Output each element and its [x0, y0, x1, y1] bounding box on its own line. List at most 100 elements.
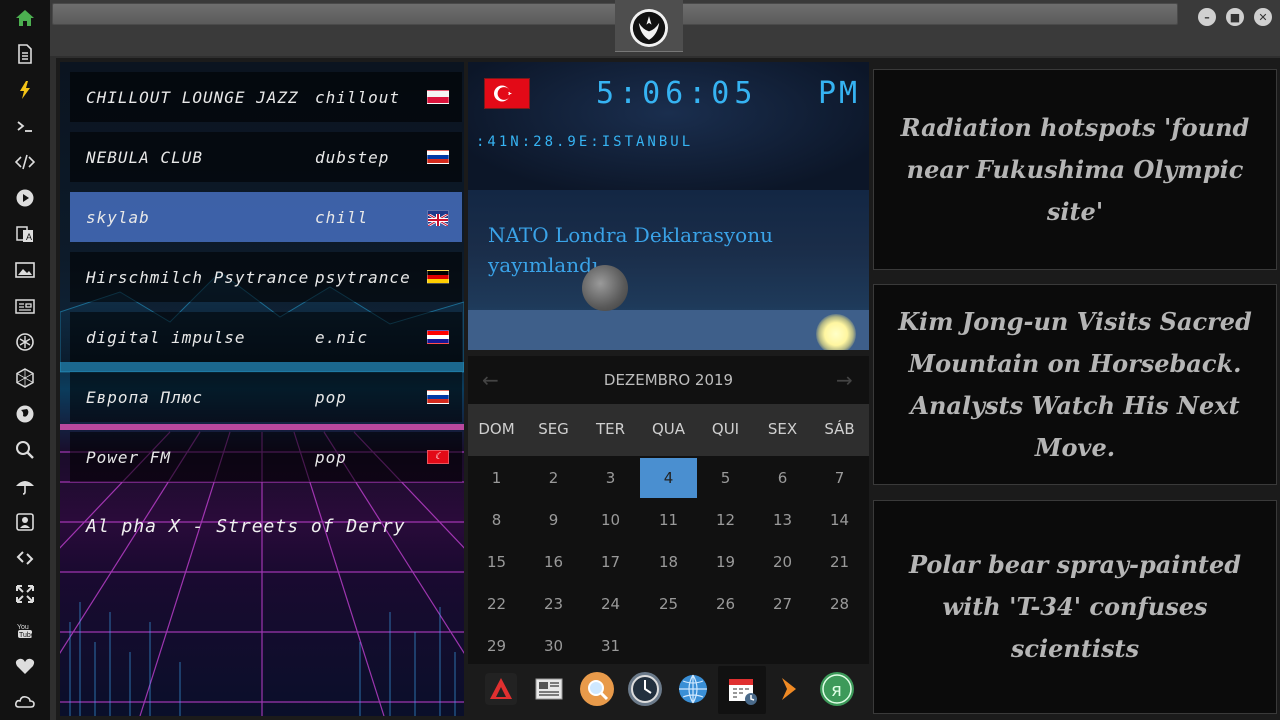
calendar-day[interactable]: 7 — [811, 458, 868, 498]
cloud-icon[interactable] — [13, 690, 37, 714]
station-row[interactable]: digital impulse e.nic — [70, 312, 462, 362]
link-icon[interactable] — [13, 546, 37, 570]
calendar-day[interactable]: 18 — [640, 542, 697, 582]
close-button[interactable]: ✕ — [1254, 8, 1272, 26]
news-card[interactable]: Kim Jong-un Visits Sacred Mountain on Ho… — [873, 284, 1277, 485]
station-genre: dubstep — [315, 147, 390, 167]
calendar-day[interactable]: 16 — [525, 542, 582, 582]
station-row[interactable]: NEBULA CLUB dubstep — [70, 132, 462, 182]
calendar-widget: DEZEMBRO 2019 ← → DOM SEG TER QUA QUI SE… — [468, 356, 869, 664]
rebel-alliance-logo-icon — [630, 9, 668, 47]
station-name: Европа Плюс — [86, 387, 203, 407]
calendar-day[interactable]: 26 — [697, 584, 754, 624]
news-card[interactable]: Polar bear spray-painted with 'T-34' con… — [873, 500, 1277, 714]
calendar-day[interactable]: 25 — [640, 584, 697, 624]
weekday-label: TER — [595, 420, 626, 438]
calendar-day[interactable]: 21 — [811, 542, 868, 582]
station-genre: e.nic — [315, 327, 369, 347]
calendar-day[interactable]: 19 — [697, 542, 754, 582]
code-icon[interactable] — [13, 150, 37, 174]
youtube-icon[interactable]: You Tube — [13, 618, 37, 642]
calendar-day[interactable]: 17 — [582, 542, 639, 582]
calendar-app-icon[interactable] — [718, 666, 766, 714]
calendar-day[interactable]: 22 — [468, 584, 525, 624]
news-icon[interactable] — [13, 294, 37, 318]
calendar-day-today[interactable]: 4 — [640, 458, 697, 498]
umbrella-icon[interactable] — [13, 474, 37, 498]
minimize-button[interactable]: – — [1198, 8, 1216, 26]
yandex-icon[interactable]: я — [820, 672, 854, 706]
calendar-day[interactable]: 27 — [754, 584, 811, 624]
calendar-day[interactable]: 29 — [468, 626, 525, 666]
russia-flag-icon — [427, 150, 449, 164]
calendar-day[interactable]: 12 — [697, 500, 754, 540]
translate-icon[interactable]: A — [13, 222, 37, 246]
play-icon[interactable] — [13, 186, 37, 210]
app-launcher-icon[interactable] — [484, 672, 518, 706]
calendar-day[interactable]: 8 — [468, 500, 525, 540]
calendar-day[interactable]: 20 — [754, 542, 811, 582]
moon-icon — [582, 265, 628, 311]
turkey-flag-icon — [484, 78, 530, 109]
heart-icon[interactable] — [13, 654, 37, 678]
station-genre: chillout — [315, 87, 401, 107]
weekday-label: SEX — [767, 420, 798, 438]
station-row[interactable]: Hirschmilch Psytrance psytrance — [70, 252, 462, 302]
terminal-icon[interactable] — [13, 114, 37, 138]
news-headline: Radiation hotspots 'found near Fukushima… — [900, 112, 1250, 226]
station-row[interactable]: Европа Плюс pop — [70, 372, 462, 422]
station-genre: psytrance — [315, 267, 411, 287]
news-reader-icon[interactable] — [532, 672, 566, 706]
svg-text:You: You — [17, 624, 29, 631]
calendar-day[interactable]: 13 — [754, 500, 811, 540]
calendar-day[interactable]: 23 — [525, 584, 582, 624]
document-icon[interactable] — [13, 42, 37, 66]
news-card[interactable]: Radiation hotspots 'found near Fukushima… — [873, 69, 1277, 270]
station-row-active[interactable]: skylab chill — [70, 192, 462, 242]
search-app-icon[interactable] — [580, 672, 614, 706]
station-row[interactable]: Power FM pop ☾ — [70, 432, 462, 482]
image-icon[interactable] — [13, 258, 37, 282]
news-headline-link[interactable]: NATO Londra Deklarasyonu yayımlandı — [488, 220, 828, 280]
calendar-day[interactable]: 5 — [697, 458, 754, 498]
calendar-day[interactable]: 2 — [525, 458, 582, 498]
clock-location: :41N:28.9E:ISTANBUL — [476, 134, 694, 150]
calendar-day[interactable]: 15 — [468, 542, 525, 582]
poland-flag-icon — [427, 90, 449, 104]
calendar-day[interactable]: 11 — [640, 500, 697, 540]
station-row[interactable]: CHILLOUT LOUNGE JAZZ chillout — [70, 72, 462, 122]
calendar-day[interactable]: 30 — [525, 626, 582, 666]
calendar-prev-button[interactable]: ← — [482, 368, 499, 392]
uk-flag-icon — [427, 210, 449, 228]
browser-icon[interactable] — [676, 672, 710, 706]
calendar-day[interactable]: 10 — [582, 500, 639, 540]
sun-icon — [816, 314, 856, 350]
hexagon-icon[interactable] — [13, 366, 37, 390]
rebel-icon[interactable] — [13, 330, 37, 354]
maximize-button[interactable]: ■ — [1226, 8, 1244, 26]
expand-icon[interactable] — [13, 582, 37, 606]
now-playing-track: Al pha X - Streets of Derry — [86, 516, 406, 537]
calendar-day[interactable]: 9 — [525, 500, 582, 540]
calendar-day[interactable]: 3 — [582, 458, 639, 498]
search-icon[interactable] — [13, 438, 37, 462]
calendar-day[interactable]: 1 — [468, 458, 525, 498]
weekday-label: SEG — [538, 420, 569, 438]
globe-icon[interactable] — [13, 402, 37, 426]
station-genre: pop — [315, 447, 347, 467]
lightning-icon[interactable] — [13, 78, 37, 102]
croatia-flag-icon — [427, 330, 449, 344]
clock-app-icon[interactable] — [628, 672, 662, 706]
logo-tab[interactable] — [615, 0, 683, 52]
calendar-day[interactable]: 28 — [811, 584, 868, 624]
calendar-day[interactable]: 31 — [582, 626, 639, 666]
calendar-day[interactable]: 24 — [582, 584, 639, 624]
forward-icon[interactable] — [772, 672, 806, 706]
calendar-day[interactable]: 6 — [754, 458, 811, 498]
contact-icon[interactable] — [13, 510, 37, 534]
calendar-next-button[interactable]: → — [836, 368, 853, 392]
clock-time: 5:06:05 — [596, 76, 758, 111]
weekday-label: SÁB — [824, 420, 855, 438]
home-icon[interactable] — [13, 6, 37, 30]
calendar-day[interactable]: 14 — [811, 500, 868, 540]
